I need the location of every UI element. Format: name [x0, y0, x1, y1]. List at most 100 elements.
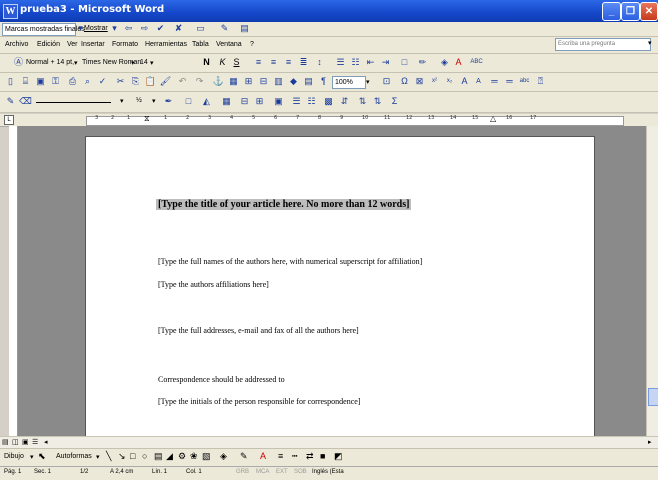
word-app-icon[interactable]: W — [3, 4, 18, 19]
diagram-icon[interactable]: ⚙ — [178, 451, 186, 462]
show-menu-button[interactable]: Mostrar — [84, 25, 108, 32]
clip-art-icon[interactable]: ❀ — [190, 451, 198, 462]
eraser-icon[interactable]: ⌫ — [19, 95, 32, 108]
text-direction-icon[interactable]: ⇵ — [338, 95, 351, 108]
document-page[interactable]: [Type the title of your article here. No… — [85, 136, 595, 436]
style-select[interactable]: Normal + 14 pt, — [26, 59, 74, 66]
zoom-select[interactable]: 100% — [332, 76, 366, 89]
draw-dropdown-icon[interactable]: ▾ — [30, 453, 34, 461]
border-color-icon[interactable]: ✒ — [162, 95, 175, 108]
line-color-icon[interactable]: ✎ — [240, 451, 248, 462]
scroll-left-icon[interactable]: ◂ — [44, 438, 48, 446]
equation-icon[interactable]: ⊠ — [413, 75, 426, 88]
vertical-scroll-thumb[interactable] — [648, 388, 658, 406]
insert-table-menu-icon[interactable]: ▦ — [220, 95, 233, 108]
new-comment-icon[interactable]: ▭ — [194, 22, 207, 35]
underline-button[interactable]: S — [230, 56, 243, 69]
maximize-button[interactable]: ❐ — [621, 2, 640, 21]
document-area[interactable]: [Type the title of your article here. No… — [18, 126, 646, 436]
status-extend[interactable]: EXT — [276, 469, 288, 475]
zoom-dropdown-icon[interactable]: ▾ — [366, 78, 370, 86]
tab-selector-icon[interactable]: L — [4, 115, 14, 125]
undo-icon[interactable]: ↶ — [176, 75, 189, 88]
help-icon[interactable]: ⍰ — [534, 75, 547, 88]
font-size-select[interactable]: 14 — [140, 59, 148, 66]
new-document-icon[interactable]: ▯ — [4, 75, 17, 88]
distribute-rows-icon[interactable]: ☰ — [290, 95, 303, 108]
correspondence-line[interactable]: Correspondence should be addressed to — [158, 375, 285, 384]
help-dropdown-icon[interactable]: ▾ — [648, 39, 652, 47]
menu-formato[interactable]: Formato — [112, 41, 138, 48]
web-view-icon[interactable]: ◫ — [12, 438, 19, 446]
reviewing-pane-icon[interactable]: ▤ — [238, 22, 251, 35]
status-overtype[interactable]: SOB — [294, 469, 307, 475]
italic-button[interactable]: K — [216, 56, 229, 69]
shading-icon[interactable]: ◈ — [438, 56, 451, 69]
all-caps-icon[interactable]: abc — [518, 75, 531, 88]
autoshapes-menu-button[interactable]: Autoformas — [56, 453, 92, 460]
line-icon[interactable]: ╲ — [106, 451, 111, 462]
print-icon[interactable]: ⎙ — [66, 75, 79, 88]
read-mode-icon[interactable]: ⊡ — [380, 75, 393, 88]
line-style-dropdown-icon[interactable]: ▾ — [120, 97, 124, 105]
line-style-select[interactable] — [36, 102, 111, 103]
line-style-icon[interactable]: ≡ — [278, 451, 283, 461]
show-hide-icon[interactable]: ¶ — [317, 75, 330, 88]
vertical-ruler[interactable] — [9, 126, 18, 436]
border-icon[interactable]: □ — [398, 56, 411, 69]
sort-ascending-icon[interactable]: ⇅ — [356, 95, 369, 108]
drawing-icon[interactable]: ◆ — [287, 75, 300, 88]
subscript-icon[interactable]: x₂ — [443, 75, 456, 88]
indent-marker-icon[interactable]: ⧖ — [144, 114, 150, 124]
line-weight-dropdown-icon[interactable]: ▾ — [152, 97, 156, 105]
align-right-icon[interactable]: ≡ — [282, 56, 295, 69]
shadow-icon[interactable]: ■ — [320, 451, 325, 461]
highlight-icon[interactable]: ✏ — [416, 56, 429, 69]
char-spacing-icon[interactable]: ABC — [470, 56, 483, 69]
line-spacing-icon[interactable]: ↕ — [313, 56, 326, 69]
addresses-line[interactable]: [Type the full addresses, e-mail and fax… — [158, 326, 359, 335]
initials-line[interactable]: [Type the initials of the person respons… — [158, 397, 360, 406]
picture-icon[interactable]: ▧ — [202, 451, 211, 462]
redo-icon[interactable]: ↷ — [193, 75, 206, 88]
grow-font-icon[interactable]: A — [458, 75, 471, 88]
bullets-icon[interactable]: ☷ — [349, 56, 362, 69]
columns-icon[interactable]: ▥ — [272, 75, 285, 88]
insert-table-icon[interactable]: ⊞ — [242, 75, 255, 88]
markup-view-select[interactable]: Marcas mostradas finales — [2, 23, 85, 36]
split-cells-icon[interactable]: ⊞ — [253, 95, 266, 108]
dropdown-arrow-icon[interactable]: ▾ — [108, 22, 121, 35]
close-button[interactable]: ✕ — [640, 2, 658, 21]
arrow-icon[interactable]: ↘ — [118, 451, 126, 462]
menu-edicion[interactable]: Edición — [37, 41, 60, 48]
open-folder-icon[interactable]: ⌸ — [19, 75, 32, 88]
next-change-icon[interactable]: ⇨ — [138, 22, 151, 35]
merge-cells-icon[interactable]: ⊟ — [238, 95, 251, 108]
text-box-icon[interactable]: ▤ — [154, 451, 163, 462]
scroll-right-icon[interactable]: ▸ — [648, 438, 652, 446]
font-dropdown-icon[interactable]: ▾ — [131, 59, 135, 67]
draw-menu-button[interactable]: Dibujo — [4, 453, 24, 460]
permission-icon[interactable]: ⚿ — [49, 75, 62, 88]
accept-change-icon[interactable]: ✔ — [154, 22, 167, 35]
print-preview-icon[interactable]: ⌕ — [81, 75, 94, 88]
draw-table-icon[interactable]: ✎ — [4, 95, 17, 108]
help-question-input[interactable]: Escriba una pregunta — [555, 38, 651, 51]
draw-font-color-icon[interactable]: A — [260, 451, 266, 461]
increase-indent-icon[interactable]: ⇥ — [379, 56, 392, 69]
normal-view-icon[interactable]: ▤ — [2, 438, 9, 446]
reject-change-icon[interactable]: ✘ — [172, 22, 185, 35]
insert-excel-icon[interactable]: ⊟ — [257, 75, 270, 88]
shrink-font-icon[interactable]: A — [472, 75, 485, 88]
sort-descending-icon[interactable]: ⇅ — [371, 95, 384, 108]
align-center-icon[interactable]: ≡ — [267, 56, 280, 69]
vertical-scrollbar[interactable] — [646, 126, 658, 436]
shading-color-icon[interactable]: ◭ — [200, 95, 213, 108]
outline-view-icon[interactable]: ☰ — [32, 438, 38, 446]
arrow-style-icon[interactable]: ⇄ — [306, 451, 314, 462]
hyperlink-icon[interactable]: ⚓ — [212, 75, 225, 88]
justify-icon[interactable]: ≣ — [297, 56, 310, 69]
right-indent-marker-icon[interactable]: △ — [490, 114, 496, 123]
table-autoformat-icon[interactable]: ▩ — [322, 95, 335, 108]
3d-icon[interactable]: ◩ — [334, 451, 343, 462]
